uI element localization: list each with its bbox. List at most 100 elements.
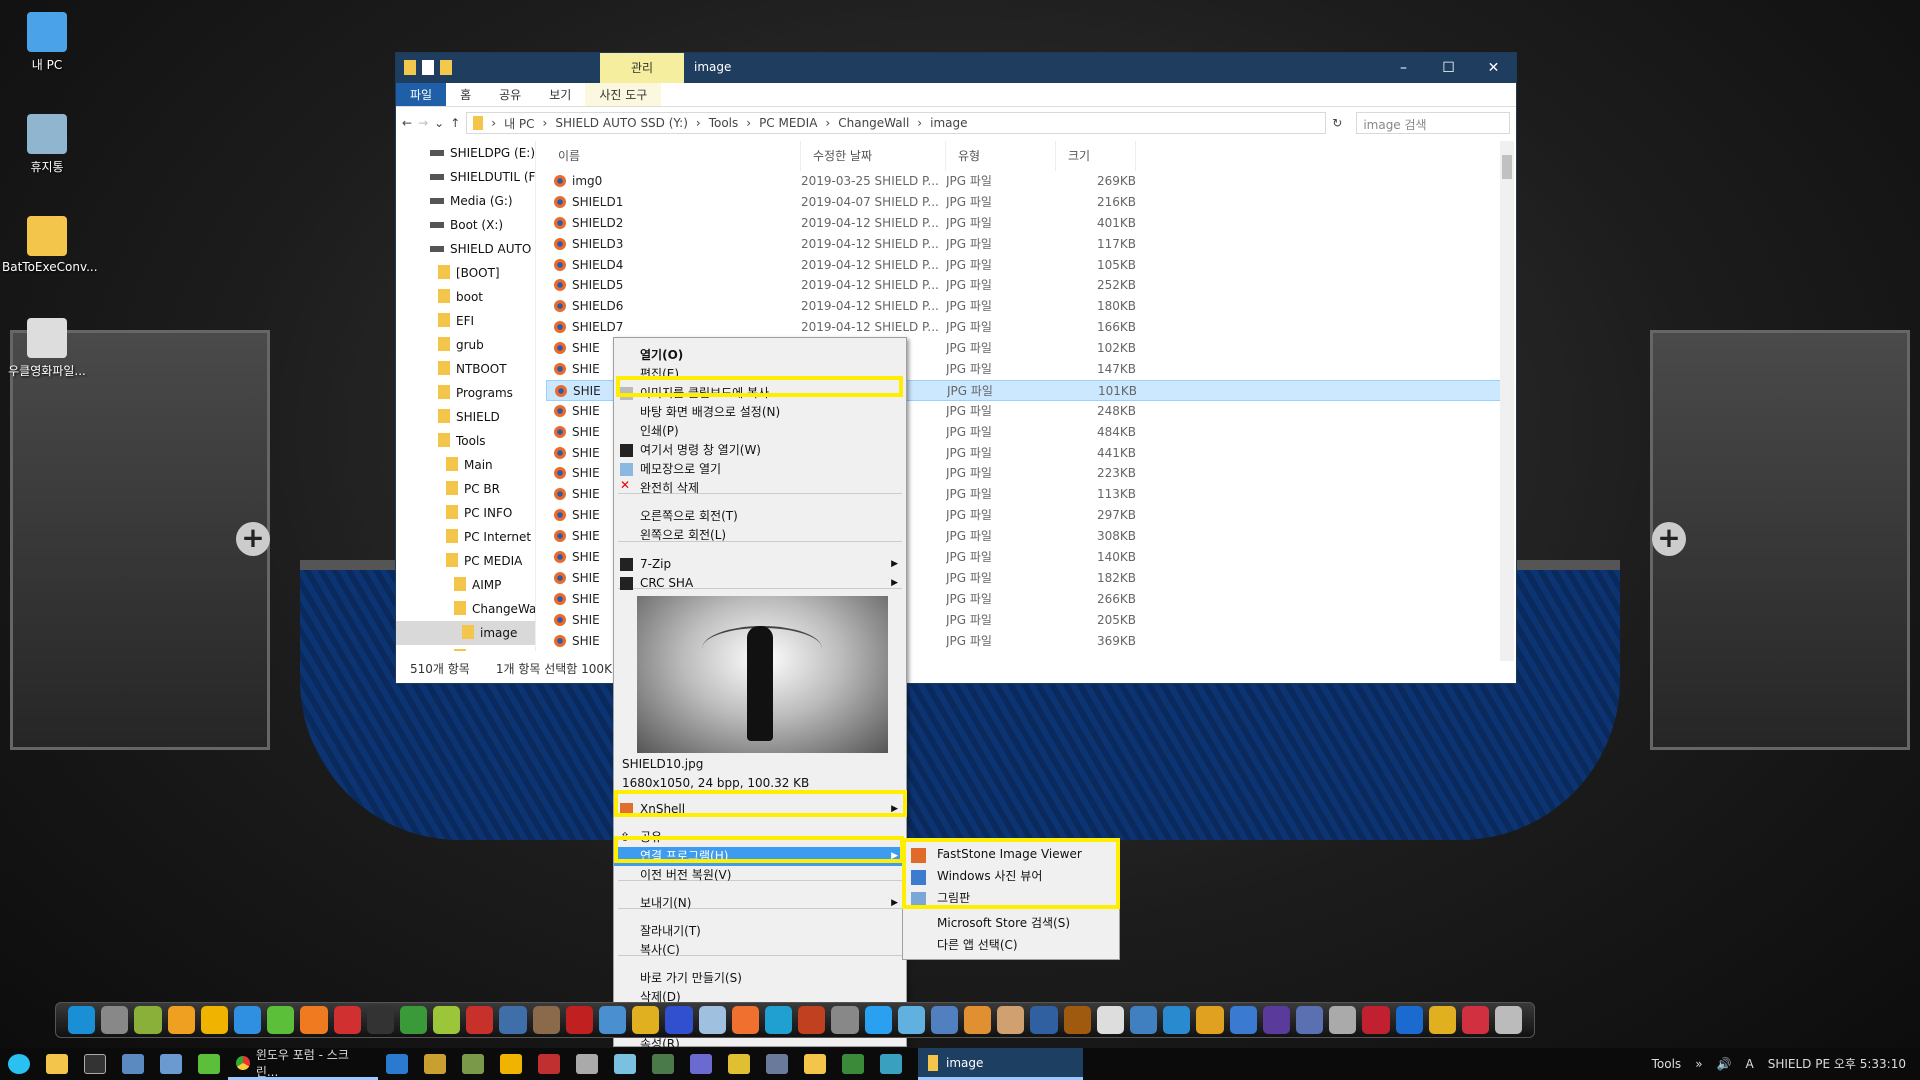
tree-item[interactable]: AIMP (396, 573, 535, 597)
table-row[interactable]: img0 2019-03-25 SHIELD P... JPG 파일 269KB (546, 171, 1506, 192)
menu-item[interactable]: 이전 버전 복원(V) (614, 866, 906, 885)
tree-item[interactable]: PC MEDIA (396, 549, 535, 573)
clover-icon[interactable] (198, 1054, 220, 1074)
app-icon[interactable] (690, 1054, 712, 1074)
table-row[interactable]: SHIELD5 2019-04-12 SHIELD P... JPG 파일 252KB (546, 275, 1506, 296)
menu-item[interactable]: 오른쪽으로 회전(T) (614, 507, 906, 526)
app-icon[interactable] (652, 1054, 674, 1074)
new-folder-icon[interactable] (440, 60, 452, 75)
dock-app-icon[interactable] (366, 1006, 394, 1034)
dock-app-icon[interactable] (333, 1006, 361, 1034)
dock-app-icon[interactable] (1495, 1006, 1523, 1034)
app-icon[interactable] (880, 1054, 902, 1074)
close-button[interactable]: ✕ (1471, 53, 1516, 83)
menu-item[interactable]: 인쇄(P) (614, 422, 906, 441)
dock-app-icon[interactable] (267, 1006, 295, 1034)
ribbon-tab[interactable]: 사진 도구 (585, 83, 662, 106)
breadcrumb-item[interactable]: PC MEDIA (759, 116, 817, 130)
dock-app-icon[interactable] (764, 1006, 793, 1034)
tree-item[interactable]: SHIELDPG (E:) (396, 141, 535, 165)
app-icon[interactable] (614, 1054, 636, 1074)
help-icon[interactable] (1488, 83, 1516, 106)
dock-app-icon[interactable] (864, 1006, 892, 1034)
refresh-icon[interactable]: ↻ (1332, 116, 1342, 130)
start-icon[interactable] (8, 1054, 30, 1074)
menu-item[interactable]: 바탕 화면 배경으로 설정(N) (614, 403, 906, 422)
dock-app-icon[interactable] (897, 1006, 925, 1034)
desktop-icon[interactable]: 휴지통 (2, 114, 92, 175)
menu-item[interactable]: 잘라내기(T) (614, 922, 906, 941)
tree-item[interactable]: Programs (396, 381, 535, 405)
maximize-button[interactable]: ☐ (1426, 53, 1471, 83)
dock-app-icon[interactable] (731, 1006, 759, 1034)
menu-item[interactable]: 메모장으로 열기 (614, 460, 906, 479)
desktop-icon[interactable]: 우클영화파일... (2, 318, 92, 379)
dock-app-icon[interactable] (466, 1006, 494, 1034)
menu-item[interactable]: 바로 가기 만들기(S) (614, 969, 906, 988)
tree-item[interactable]: Tools (396, 429, 535, 453)
folder-icon[interactable] (404, 60, 416, 75)
breadcrumb-item[interactable]: SHIELD AUTO SSD (Y:) (555, 116, 688, 130)
dock-app-icon[interactable] (565, 1006, 593, 1034)
dock-app-icon[interactable] (233, 1006, 262, 1034)
taskbar-explorer-image[interactable]: image (918, 1048, 1083, 1080)
dock-app-icon[interactable] (1096, 1006, 1124, 1034)
tree-item[interactable]: Boot (X:) (396, 213, 535, 237)
dock-app-icon[interactable] (964, 1006, 992, 1034)
disc-icon[interactable] (576, 1054, 598, 1074)
tree-item[interactable]: PC BR (396, 477, 535, 501)
breadcrumb-item[interactable]: image (930, 116, 967, 130)
ime-icon[interactable]: A (1745, 1048, 1753, 1080)
dock-app-icon[interactable] (997, 1006, 1025, 1034)
dock-app-icon[interactable] (1428, 1006, 1456, 1034)
dock-app-icon[interactable] (831, 1006, 859, 1034)
app-icon[interactable] (766, 1054, 788, 1074)
tree-item[interactable]: boot (396, 285, 535, 309)
dock-app-icon[interactable] (698, 1006, 726, 1034)
dock-app-icon[interactable] (433, 1006, 461, 1034)
menu-item[interactable]: ✕ 완전히 삭제 (614, 479, 906, 498)
minimize-button[interactable]: – (1381, 53, 1426, 83)
dock-app-icon[interactable] (68, 1006, 96, 1034)
breadcrumb-item[interactable]: 내 PC (504, 115, 534, 132)
dock-app-icon[interactable] (167, 1006, 195, 1034)
desktop-icon[interactable]: 내 PC (2, 12, 92, 73)
app-icon[interactable] (462, 1054, 484, 1074)
network-icon[interactable] (160, 1054, 182, 1074)
dock-app-icon[interactable] (1163, 1006, 1191, 1034)
menu-item[interactable]: 보내기(N) ▶ (614, 894, 906, 913)
search-input[interactable]: image 검색 (1356, 112, 1510, 134)
app-icon[interactable] (842, 1054, 864, 1074)
dock-app-icon[interactable] (1395, 1006, 1423, 1034)
dock-app-icon[interactable] (499, 1006, 527, 1034)
tray-expand-icon[interactable]: » (1695, 1048, 1702, 1080)
tree-item[interactable]: J.River Me (396, 645, 535, 651)
dock-app-icon[interactable] (1063, 1006, 1091, 1034)
dock-app-icon[interactable] (1461, 1006, 1490, 1034)
explorer-icon[interactable] (46, 1054, 68, 1074)
ribbon-tab[interactable]: 홈 (446, 83, 485, 106)
menu-item[interactable]: 열기(O) (614, 346, 906, 365)
clock[interactable]: SHIELD PE 오후 5:33:10 (1768, 1048, 1906, 1080)
column-header[interactable]: 이름 (546, 141, 801, 171)
column-header[interactable]: 크기 (1056, 141, 1136, 171)
app-icon[interactable] (804, 1054, 826, 1074)
dock-app-icon[interactable] (599, 1006, 627, 1034)
column-header[interactable]: 수정한 날짜 (801, 141, 946, 171)
table-row[interactable]: SHIELD3 2019-04-12 SHIELD P... JPG 파일 117KB (546, 234, 1506, 255)
up-icon[interactable]: ↑ (450, 116, 460, 130)
cmd-icon[interactable] (84, 1054, 106, 1074)
menu-item[interactable]: 복사(C) (614, 941, 906, 960)
breadcrumb-item[interactable]: Tools (709, 116, 739, 130)
tree-item[interactable]: PC Internet (396, 525, 535, 549)
tools-toolbar[interactable]: Tools (1652, 1048, 1682, 1080)
ie-icon[interactable] (386, 1054, 408, 1074)
tree-item[interactable]: [BOOT] (396, 261, 535, 285)
table-row[interactable]: SHIELD1 2019-04-07 SHIELD P... JPG 파일 216KB (546, 192, 1506, 213)
tree-item[interactable]: PC INFO (396, 501, 535, 525)
volume-icon[interactable]: 🔊 (1717, 1048, 1732, 1080)
tree-item[interactable]: SHIELD AUTO (396, 237, 535, 261)
dock-app-icon[interactable] (399, 1006, 428, 1034)
ribbon-tab[interactable]: 공유 (485, 83, 535, 106)
computer-icon[interactable] (122, 1054, 144, 1074)
